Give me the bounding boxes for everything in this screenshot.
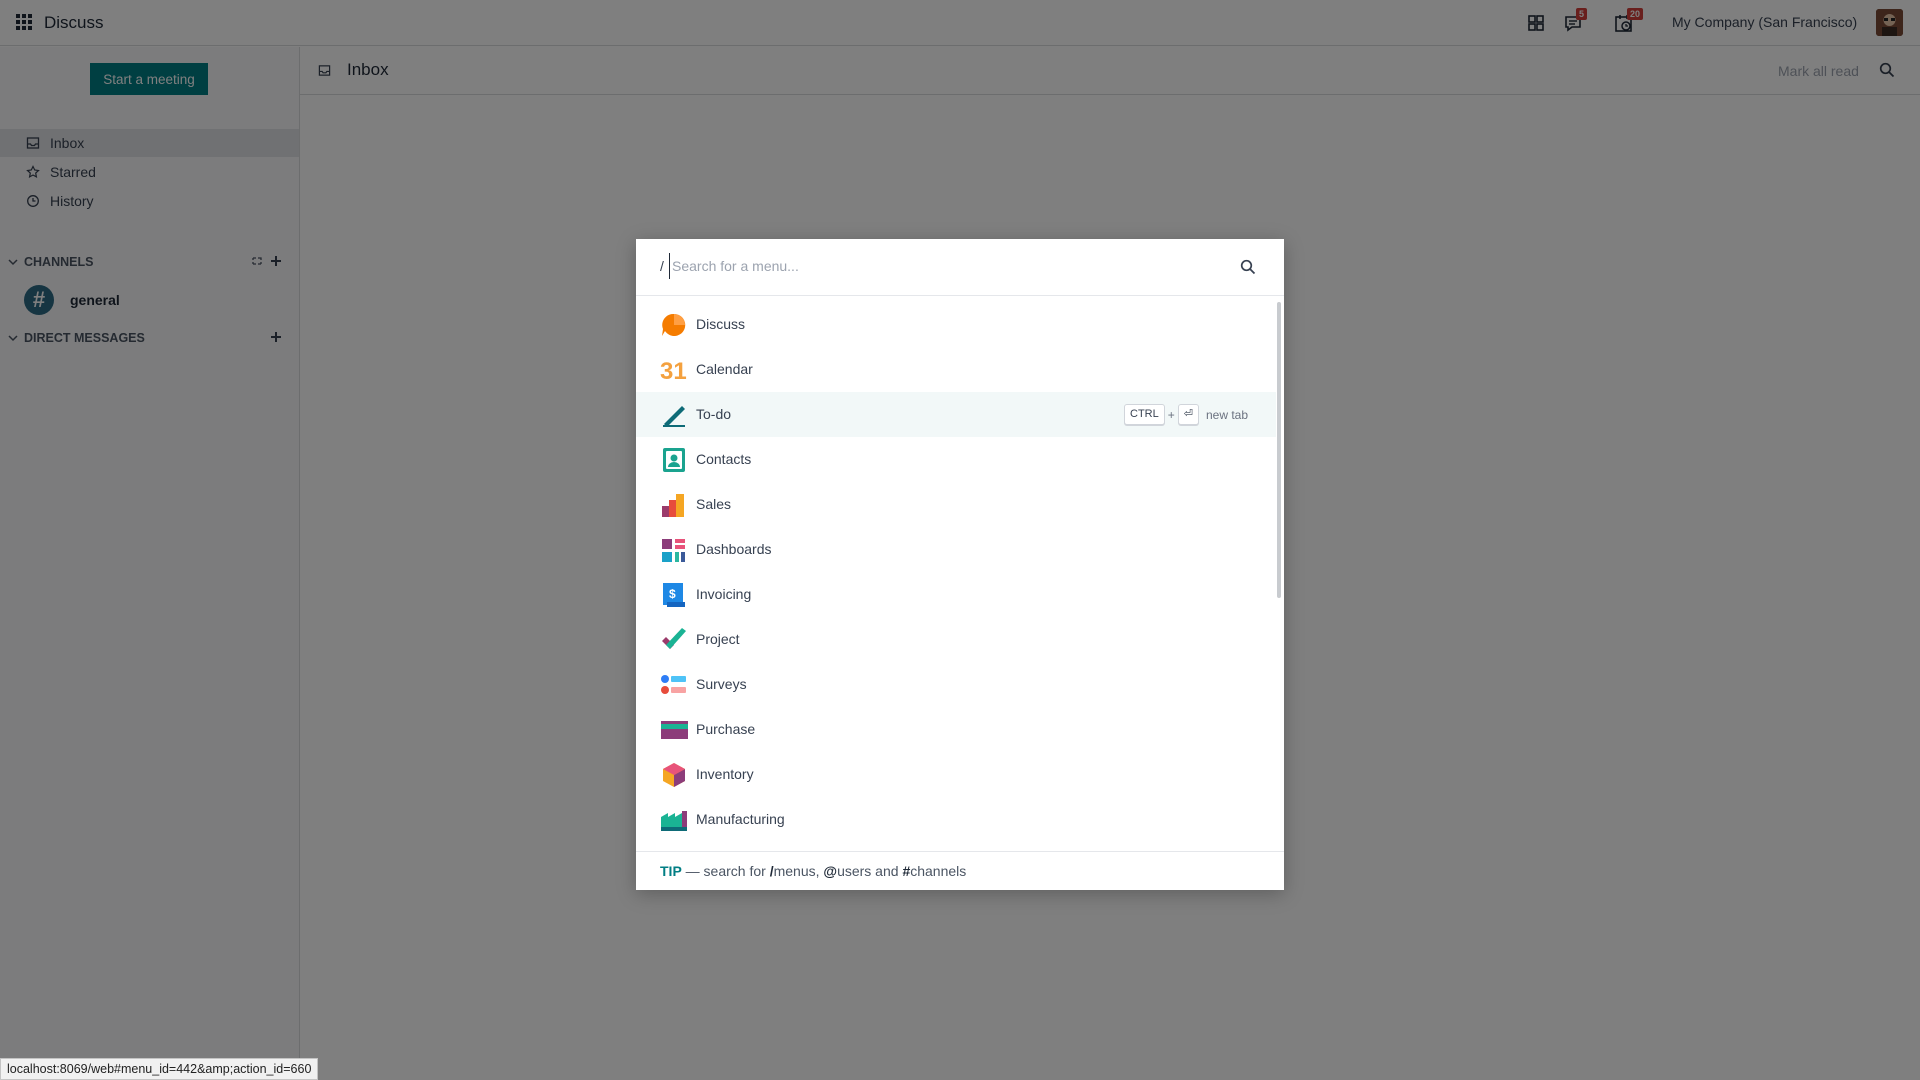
calendar-icon-text: 31 [660, 358, 687, 383]
users-token: @ [823, 863, 838, 879]
tip-text: menus, [773, 863, 824, 879]
status-bar-url: localhost:8069/web#menu_id=442&amp;actio… [0, 1058, 319, 1080]
menu-item-label: Purchase [696, 721, 756, 737]
menu-item-todo[interactable]: To-do CTRL + ⏎ new tab [636, 392, 1276, 437]
menu-item-label: Discuss [696, 316, 746, 332]
calendar-app-icon: 31 [660, 358, 687, 383]
menu-item-purchase[interactable]: Purchase [636, 707, 1276, 752]
menu-item-label: Contacts [696, 451, 752, 467]
open-in-new-tab-hint: CTRL + ⏎ new tab [1124, 404, 1248, 425]
search-icon[interactable] [1240, 259, 1256, 275]
invoicing-app-icon: $ [663, 583, 685, 607]
menu-item-project[interactable]: Project [636, 617, 1276, 662]
command-palette: / Discuss 31 Calendar [636, 239, 1284, 890]
manufacturing-factory-app-icon [661, 811, 687, 831]
svg-text:$: $ [669, 587, 676, 601]
command-prefix: / [660, 258, 664, 274]
menu-item-contacts[interactable]: Contacts [636, 437, 1276, 482]
menu-item-label: Sales [696, 496, 732, 512]
discuss-app-icon [662, 313, 686, 336]
menu-item-label: Manufacturing [696, 811, 785, 827]
menu-item-sales[interactable]: Sales [636, 482, 1276, 527]
surveys-app-icon [661, 675, 686, 694]
command-search-bar: / [636, 239, 1284, 296]
enter-key-icon: ⏎ [1177, 404, 1199, 425]
menu-item-label: Inventory [696, 766, 754, 782]
menu-item-calendar[interactable]: 31 Calendar [636, 347, 1276, 392]
project-check-app-icon [662, 628, 686, 649]
dashboards-app-icon [662, 539, 685, 562]
command-search-input[interactable] [669, 253, 1232, 279]
menu-item-label: Invoicing [696, 586, 752, 602]
command-results-list: Discuss 31 Calendar To-do CTRL + ⏎ new t… [636, 302, 1284, 848]
menu-item-label: Dashboards [696, 541, 772, 557]
menu-item-label: Project [696, 631, 740, 647]
menu-item-label: Surveys [696, 676, 747, 692]
tip-label: TIP [660, 863, 682, 879]
sales-chart-app-icon [662, 494, 684, 517]
contacts-app-icon [663, 448, 685, 472]
tip-text: channels [910, 863, 967, 879]
purchase-card-app-icon [661, 721, 688, 739]
inventory-box-app-icon [663, 763, 685, 787]
menu-item-label: To-do [696, 406, 732, 422]
new-tab-label: new tab [1205, 407, 1248, 422]
todo-pencil-app-icon [663, 406, 685, 427]
tip-text: — search for [681, 863, 770, 879]
results-scrollbar[interactable] [1277, 302, 1281, 598]
command-palette-footer: TIP — search for /menus, @users and #cha… [636, 851, 1284, 891]
menu-item-label: Calendar [696, 361, 753, 377]
menu-item-dashboards[interactable]: Dashboards [636, 527, 1276, 572]
menu-item-discuss[interactable]: Discuss [636, 302, 1276, 347]
menu-item-invoicing[interactable]: $ Invoicing [636, 572, 1276, 617]
menu-item-inventory[interactable]: Inventory [636, 752, 1276, 797]
tip-text: users and [837, 863, 903, 879]
menu-item-surveys[interactable]: Surveys [636, 662, 1276, 707]
plus-sign: + [1167, 407, 1175, 422]
menu-item-manufacturing[interactable]: Manufacturing [636, 797, 1276, 842]
search-tip: TIP — search for /menus, @users and #cha… [660, 863, 966, 879]
ctrl-key: CTRL [1124, 404, 1165, 425]
